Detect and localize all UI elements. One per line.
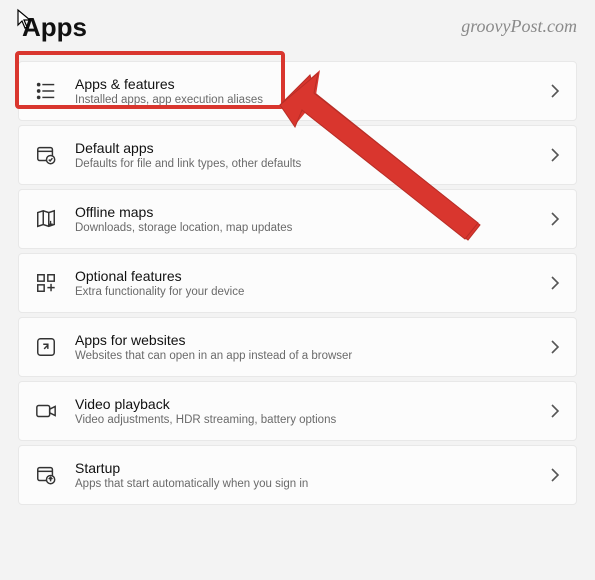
optional-features-icon [35, 272, 57, 294]
item-subtitle: Video adjustments, HDR streaming, batter… [75, 414, 542, 426]
item-subtitle: Apps that start automatically when you s… [75, 478, 542, 490]
chevron-right-icon [550, 148, 560, 162]
chevron-right-icon [550, 212, 560, 226]
item-title: Apps & features [75, 76, 542, 92]
apps-features-icon [35, 80, 57, 102]
item-default-apps[interactable]: Default apps Defaults for file and link … [18, 125, 577, 185]
page-title: Apps [22, 12, 87, 43]
watermark: groovyPost.com [461, 16, 577, 37]
item-title: Startup [75, 460, 542, 476]
item-text: Apps & features Installed apps, app exec… [75, 76, 542, 106]
apps-websites-icon [35, 336, 57, 358]
item-offline-maps[interactable]: Offline maps Downloads, storage location… [18, 189, 577, 249]
item-subtitle: Websites that can open in an app instead… [75, 350, 542, 362]
item-subtitle: Defaults for file and link types, other … [75, 158, 542, 170]
startup-icon [35, 464, 57, 486]
chevron-right-icon [550, 468, 560, 482]
item-text: Offline maps Downloads, storage location… [75, 204, 542, 234]
item-subtitle: Extra functionality for your device [75, 286, 542, 298]
item-subtitle: Downloads, storage location, map updates [75, 222, 542, 234]
item-title: Video playback [75, 396, 542, 412]
item-subtitle: Installed apps, app execution aliases [75, 94, 542, 106]
item-title: Default apps [75, 140, 542, 156]
chevron-right-icon [550, 404, 560, 418]
item-apps-websites[interactable]: Apps for websites Websites that can open… [18, 317, 577, 377]
item-text: Apps for websites Websites that can open… [75, 332, 542, 362]
item-title: Optional features [75, 268, 542, 284]
item-text: Default apps Defaults for file and link … [75, 140, 542, 170]
item-optional-features[interactable]: Optional features Extra functionality fo… [18, 253, 577, 313]
item-title: Apps for websites [75, 332, 542, 348]
settings-list: Apps & features Installed apps, app exec… [18, 61, 577, 505]
chevron-right-icon [550, 276, 560, 290]
item-apps-features[interactable]: Apps & features Installed apps, app exec… [18, 61, 577, 121]
page-header: Apps groovyPost.com [18, 12, 577, 43]
item-text: Optional features Extra functionality fo… [75, 268, 542, 298]
item-text: Video playback Video adjustments, HDR st… [75, 396, 542, 426]
item-title: Offline maps [75, 204, 542, 220]
chevron-right-icon [550, 340, 560, 354]
video-playback-icon [35, 400, 57, 422]
item-startup[interactable]: Startup Apps that start automatically wh… [18, 445, 577, 505]
item-text: Startup Apps that start automatically wh… [75, 460, 542, 490]
item-video-playback[interactable]: Video playback Video adjustments, HDR st… [18, 381, 577, 441]
offline-maps-icon [35, 208, 57, 230]
chevron-right-icon [550, 84, 560, 98]
default-apps-icon [35, 144, 57, 166]
